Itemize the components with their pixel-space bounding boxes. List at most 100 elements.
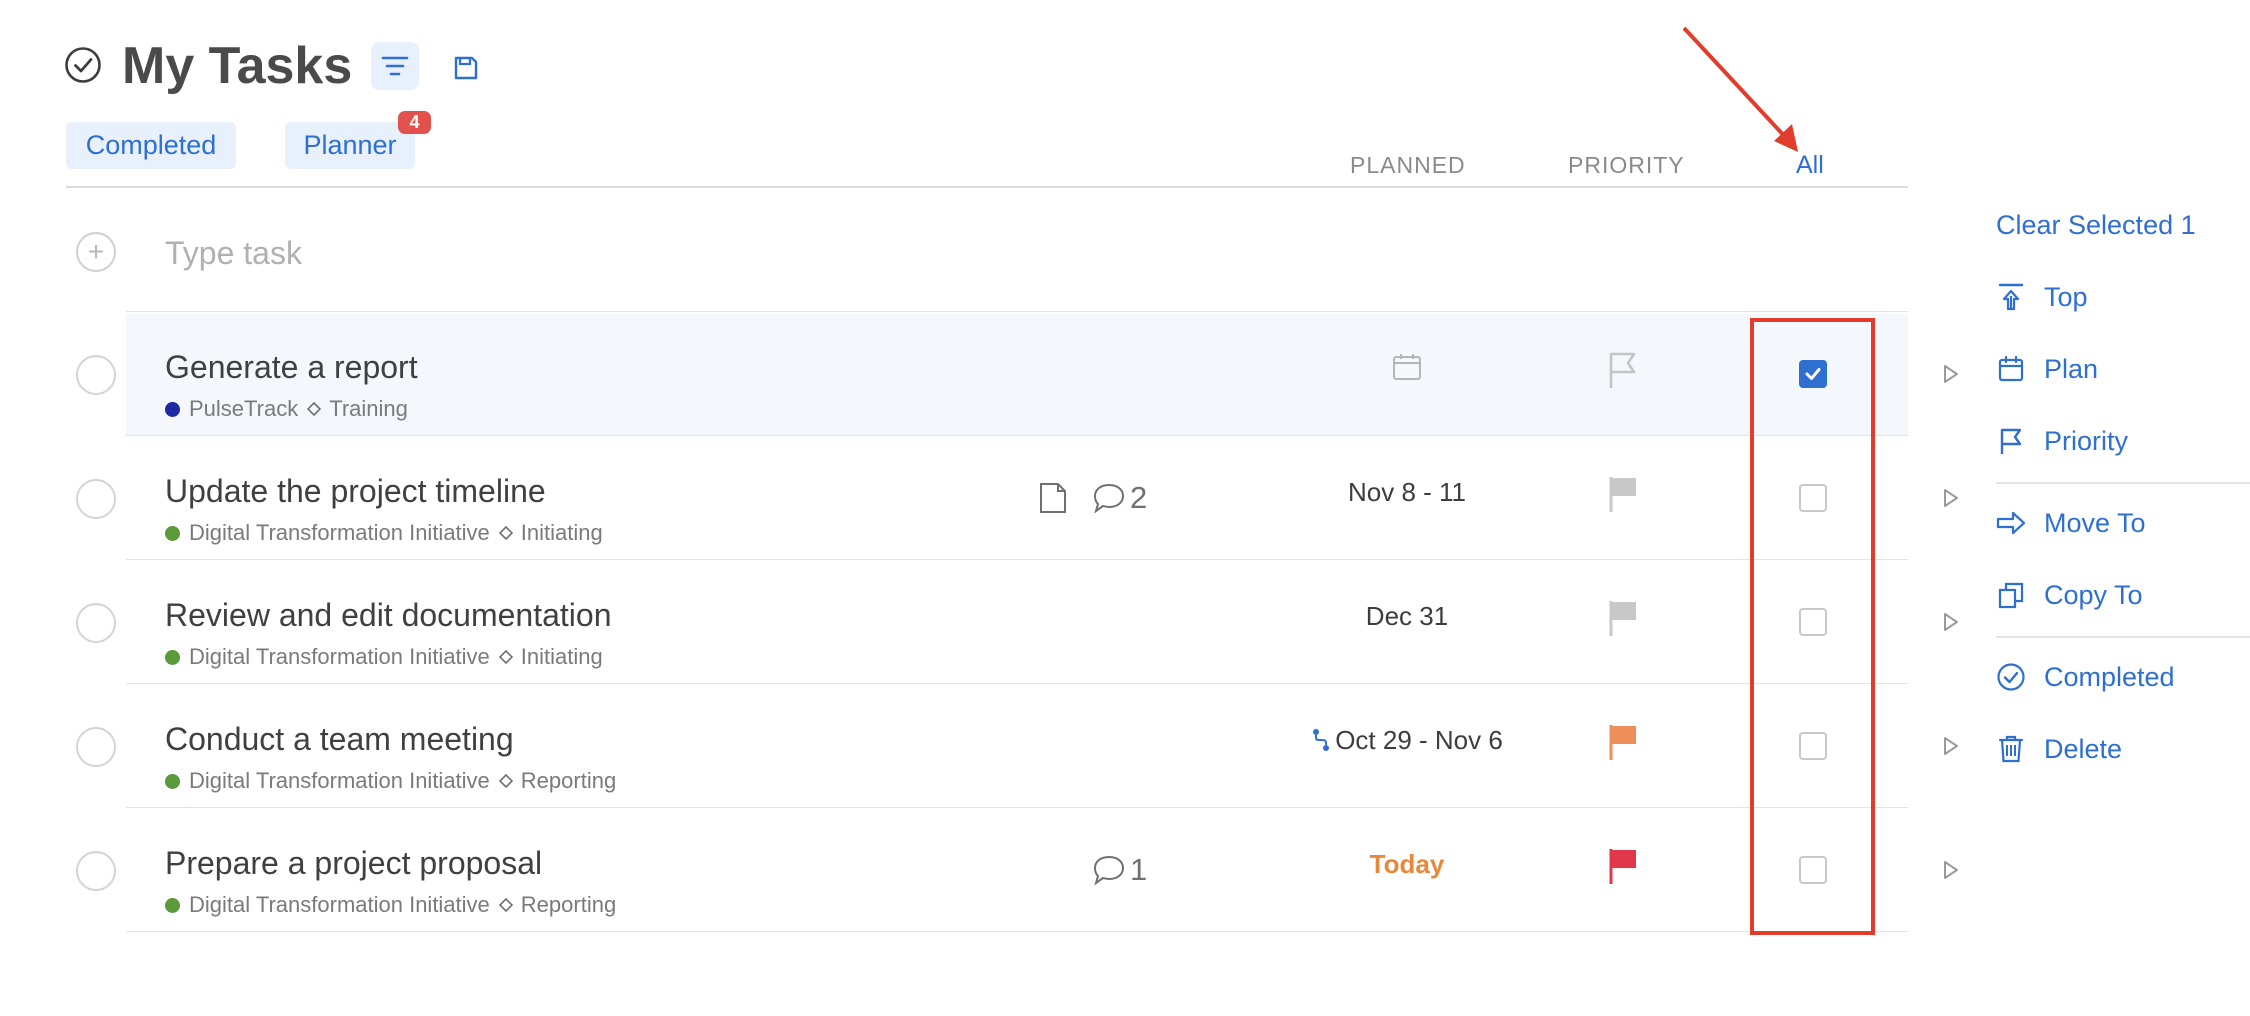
calendar-icon[interactable] <box>1391 352 1423 382</box>
planned-date: Dec 31 <box>1365 601 1449 631</box>
filter-icon <box>381 56 409 76</box>
priority-button[interactable]: Priority <box>1996 424 2128 458</box>
save-button[interactable] <box>442 44 490 92</box>
task-row[interactable]: Update the project timeline Digital Tran… <box>0 436 1960 560</box>
project-color-dot <box>165 897 180 913</box>
flag-icon[interactable] <box>1606 474 1640 514</box>
task-stage[interactable]: Training <box>329 396 408 422</box>
tab-completed[interactable]: Completed <box>66 122 236 169</box>
calendar-icon <box>1998 355 2024 382</box>
task-stage[interactable]: Reporting <box>521 768 616 794</box>
task-project[interactable]: Digital Transformation Initiative <box>189 892 490 918</box>
expand-arrow-icon[interactable] <box>1942 364 1960 384</box>
recurring-icon <box>1313 729 1330 751</box>
arrow-top-icon <box>1998 283 2024 311</box>
mark-completed-button[interactable]: Completed <box>1996 660 2175 694</box>
divider <box>126 931 1908 932</box>
task-meta: Digital Transformation Initiative Report… <box>165 892 616 918</box>
trash-icon <box>1998 735 2024 763</box>
annotation-highlight-box <box>1750 318 1875 935</box>
column-header-priority[interactable]: PRIORITY <box>1568 150 1685 180</box>
copy-to-label: Copy To <box>2044 580 2143 610</box>
flag-icon[interactable] <box>1606 846 1640 886</box>
arrow-right-icon <box>1996 511 2026 535</box>
flag-icon[interactable] <box>1606 350 1640 390</box>
tab-planner[interactable]: Planner <box>285 122 415 169</box>
task-planned[interactable]: Dec 31 <box>1232 600 1582 632</box>
planned-date: Nov 8 - 11 <box>1347 477 1466 507</box>
comment-icon[interactable] <box>1092 482 1126 514</box>
task-row[interactable]: Prepare a project proposal Digital Trans… <box>0 808 1960 932</box>
project-color-dot <box>165 401 180 417</box>
task-planned[interactable] <box>1232 352 1582 382</box>
new-task-input[interactable]: Type task <box>165 233 302 273</box>
project-color-dot <box>165 525 180 541</box>
task-row[interactable]: Conduct a team meeting Digital Transform… <box>0 684 1960 808</box>
task-title[interactable]: Conduct a team meeting <box>165 720 514 758</box>
task-indicators: 1 <box>1092 852 1147 888</box>
expand-arrow-icon[interactable] <box>1942 488 1960 508</box>
clear-selected-button[interactable]: Clear Selected 1 <box>1996 208 2196 242</box>
planned-date: Today <box>1369 849 1445 879</box>
complete-task-checkbox[interactable] <box>76 727 116 767</box>
task-planned[interactable]: Oct 29 - Nov 6 <box>1232 724 1582 756</box>
copy-icon <box>1998 582 2024 609</box>
task-project[interactable]: Digital Transformation Initiative <box>189 520 490 546</box>
task-stage[interactable]: Reporting <box>521 892 616 918</box>
task-planned[interactable]: Nov 8 - 11 <box>1232 476 1582 508</box>
task-project[interactable]: Digital Transformation Initiative <box>189 768 490 794</box>
move-top-button[interactable]: Top <box>1996 280 2088 314</box>
task-planned[interactable]: Today <box>1232 848 1582 880</box>
plan-button[interactable]: Plan <box>1996 352 2098 386</box>
panel-divider <box>1996 482 2250 484</box>
note-icon[interactable] <box>1036 481 1070 515</box>
task-project[interactable]: Digital Transformation Initiative <box>189 644 490 670</box>
task-meta: PulseTrack Training <box>165 396 408 422</box>
task-title[interactable]: Review and edit documentation <box>165 596 612 634</box>
milestone-icon <box>498 650 513 664</box>
planner-badge: 4 <box>398 111 431 134</box>
flag-icon[interactable] <box>1606 598 1640 638</box>
delete-button[interactable]: Delete <box>1996 732 2122 766</box>
priority-label: Priority <box>2044 426 2129 456</box>
task-row[interactable]: Review and edit documentation Digital Tr… <box>0 560 1960 684</box>
complete-task-checkbox[interactable] <box>76 355 116 395</box>
delete-label: Delete <box>2044 734 2123 764</box>
column-header-planned[interactable]: PLANNED <box>1350 150 1466 180</box>
complete-task-checkbox[interactable] <box>76 603 116 643</box>
move-to-label: Move To <box>2044 508 2146 538</box>
move-to-button[interactable]: Move To <box>1996 506 2146 540</box>
planned-date: Oct 29 - Nov 6 <box>1335 725 1503 755</box>
filter-button[interactable] <box>371 42 419 90</box>
comment-icon[interactable] <box>1092 854 1126 886</box>
panel-divider <box>1996 636 2250 638</box>
task-stage[interactable]: Initiating <box>521 520 603 546</box>
completed-label: Completed <box>2044 662 2175 692</box>
task-project[interactable]: PulseTrack <box>189 396 298 422</box>
annotation-arrow-icon <box>1682 26 1798 152</box>
project-color-dot <box>165 773 180 789</box>
task-meta: Digital Transformation Initiative Report… <box>165 768 616 794</box>
expand-arrow-icon[interactable] <box>1942 736 1960 756</box>
task-stage[interactable]: Initiating <box>521 644 603 670</box>
plan-label: Plan <box>2044 354 2099 384</box>
milestone-icon <box>307 402 322 416</box>
page-title: My Tasks <box>122 37 353 95</box>
task-title[interactable]: Update the project timeline <box>165 472 546 510</box>
flag-icon[interactable] <box>1606 722 1640 762</box>
top-label: Top <box>2044 282 2088 312</box>
task-title[interactable]: Prepare a project proposal <box>165 844 542 882</box>
copy-to-button[interactable]: Copy To <box>1996 578 2143 612</box>
comment-count: 1 <box>1130 852 1148 887</box>
task-title[interactable]: Generate a report <box>165 348 418 386</box>
add-task-icon[interactable]: + <box>76 232 116 272</box>
complete-task-checkbox[interactable] <box>76 479 116 519</box>
task-meta: Digital Transformation Initiative Initia… <box>165 520 603 546</box>
flag-icon <box>2000 428 2022 454</box>
expand-arrow-icon[interactable] <box>1942 860 1960 880</box>
task-row[interactable]: Generate a report PulseTrack Training <box>0 312 1960 436</box>
comment-count: 2 <box>1130 480 1148 515</box>
expand-arrow-icon[interactable] <box>1942 612 1960 632</box>
milestone-icon <box>498 526 513 540</box>
complete-task-checkbox[interactable] <box>76 851 116 891</box>
